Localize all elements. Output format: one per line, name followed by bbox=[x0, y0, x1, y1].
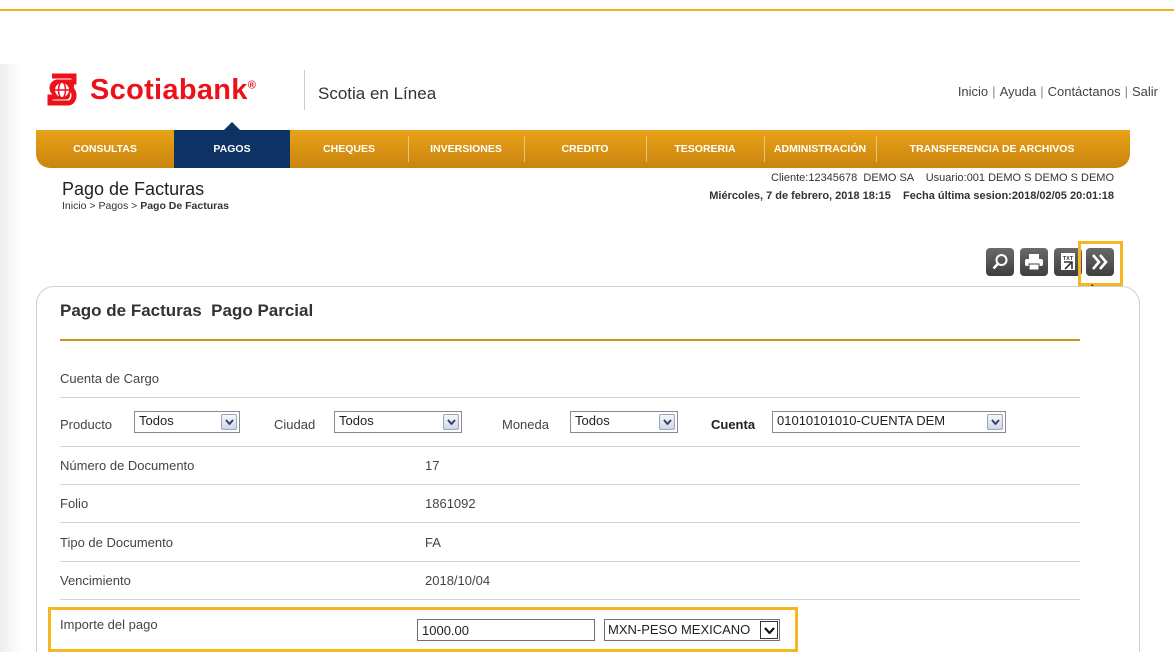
cuenta-select[interactable]: 01010101010-CUENTA DEM bbox=[772, 411, 1006, 433]
link-ayuda[interactable]: Ayuda bbox=[1000, 84, 1037, 99]
ciudad-value: Todos bbox=[339, 413, 374, 428]
header-divider bbox=[304, 70, 305, 110]
nav-consultas[interactable]: CONSULTAS bbox=[36, 130, 174, 168]
amount-highlight bbox=[48, 607, 798, 652]
row-divider bbox=[60, 397, 1080, 398]
moneda-label: Moneda bbox=[502, 417, 549, 432]
search-button[interactable] bbox=[986, 248, 1014, 276]
breadcrumb: Inicio > Pagos > Pago De Facturas bbox=[62, 200, 229, 212]
print-button[interactable] bbox=[1020, 248, 1048, 276]
app-name: Scotia en Línea bbox=[318, 84, 437, 103]
breadcrumb-path[interactable]: Inicio > Pagos > bbox=[62, 200, 140, 212]
nav-administracion[interactable]: ADMINISTRACIÓN bbox=[764, 130, 876, 168]
panel-divider bbox=[60, 339, 1080, 341]
chevron-down-icon bbox=[443, 414, 459, 430]
link-separator: | bbox=[992, 84, 996, 99]
page-title: Pago de Facturas bbox=[62, 179, 205, 199]
cuenta-value: 01010101010-CUENTA DEM bbox=[777, 413, 946, 428]
vencimiento-value: 2018/10/04 bbox=[425, 573, 491, 588]
session-date-info: Miércoles, 7 de febrero, 2018 18:15 Fech… bbox=[709, 190, 1114, 202]
txt-export-icon: TXT bbox=[1061, 253, 1075, 270]
svg-text:TXT: TXT bbox=[1063, 256, 1074, 262]
chevron-down-icon bbox=[987, 414, 1003, 430]
row-divider bbox=[60, 522, 1080, 523]
numero-documento-value: 17 bbox=[425, 458, 440, 473]
nav-inversiones[interactable]: INVERSIONES bbox=[408, 130, 524, 168]
print-icon bbox=[1025, 254, 1043, 271]
link-contactanos[interactable]: Contáctanos bbox=[1048, 84, 1121, 99]
top-accent-line bbox=[0, 9, 1174, 11]
client-info: Cliente:12345678 DEMO SA Usuario:001 DEM… bbox=[771, 172, 1114, 184]
scotiabank-logo[interactable]: Scotiabank® bbox=[44, 68, 256, 112]
row-divider bbox=[60, 599, 1080, 600]
nav-cheques[interactable]: CHEQUES bbox=[290, 130, 408, 168]
next-button-highlight bbox=[1078, 241, 1123, 286]
nav-pagos[interactable]: PAGOS bbox=[174, 122, 290, 168]
link-salir[interactable]: Salir bbox=[1132, 84, 1158, 99]
tipo-documento-label: Tipo de Documento bbox=[60, 535, 173, 550]
search-icon bbox=[992, 254, 1008, 270]
numero-documento-label: Número de Documento bbox=[60, 458, 195, 473]
row-divider bbox=[60, 484, 1080, 485]
cuenta-label: Cuenta bbox=[711, 417, 756, 432]
panel-title: Pago de Facturas Pago Parcial bbox=[60, 301, 314, 320]
folio-label: Folio bbox=[60, 496, 89, 511]
main-nav: CONSULTAS PAGOS CHEQUES INVERSIONES CRED… bbox=[36, 122, 1130, 168]
nav-credito[interactable]: CREDITO bbox=[524, 130, 646, 168]
ciudad-label: Ciudad bbox=[274, 417, 316, 432]
nav-tesoreria[interactable]: TESORERIA bbox=[646, 130, 764, 168]
tipo-documento-value: FA bbox=[425, 535, 441, 550]
moneda-value: Todos bbox=[575, 413, 610, 428]
scotiabank-logo-icon bbox=[44, 72, 80, 108]
producto-label: Producto bbox=[60, 417, 113, 432]
brand-name: Scotiabank® bbox=[90, 73, 257, 106]
link-separator: | bbox=[1040, 84, 1044, 99]
row-divider bbox=[60, 446, 1080, 447]
row-divider bbox=[60, 561, 1080, 562]
link-inicio[interactable]: Inicio bbox=[958, 84, 988, 99]
breadcrumb-current: Pago De Facturas bbox=[140, 200, 229, 212]
account-section-label: Cuenta de Cargo bbox=[60, 371, 160, 386]
left-shadow bbox=[0, 64, 22, 652]
chevron-down-icon bbox=[221, 414, 237, 430]
producto-select[interactable]: Todos bbox=[134, 411, 240, 433]
nav-transferencia-archivos[interactable]: TRANSFERENCIA DE ARCHIVOS bbox=[876, 130, 1108, 168]
top-links: Inicio | Ayuda | Contáctanos | Salir bbox=[958, 84, 1158, 99]
vencimiento-label: Vencimiento bbox=[60, 573, 131, 588]
link-separator: | bbox=[1124, 84, 1128, 99]
ciudad-select[interactable]: Todos bbox=[334, 411, 462, 433]
chevron-down-icon bbox=[659, 414, 675, 430]
folio-value: 1861092 bbox=[425, 496, 476, 511]
producto-value: Todos bbox=[139, 413, 174, 428]
moneda-select[interactable]: Todos bbox=[570, 411, 678, 433]
